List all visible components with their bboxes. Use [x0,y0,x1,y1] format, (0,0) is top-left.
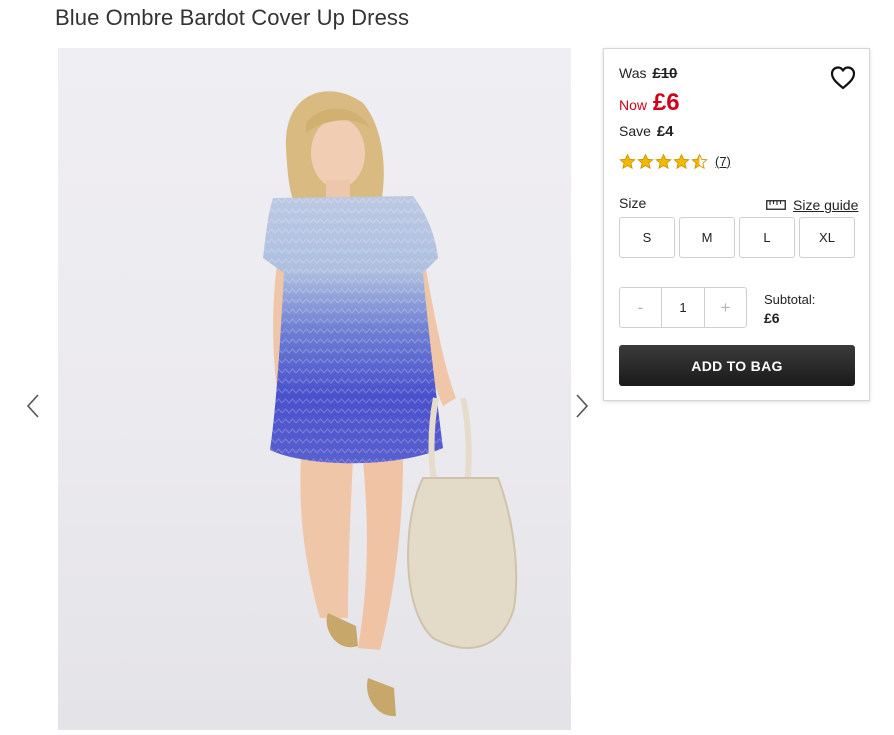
star-icon [619,153,636,169]
product-image [58,48,571,730]
add-to-bag-button[interactable]: ADD TO BAG [619,345,855,386]
was-label: Was [619,65,647,81]
save-amount: £4 [656,123,674,140]
ruler-icon [766,200,786,210]
size-guide-link[interactable]: Size guide [766,197,858,213]
star-icon [691,153,708,169]
heart-icon [830,66,856,90]
save-label: Save [619,123,651,139]
quantity-increase-button[interactable]: + [705,288,746,327]
product-title: Blue Ombre Bardot Cover Up Dress [55,5,410,30]
chevron-right-icon [576,394,589,418]
review-count-link[interactable]: (7) [715,154,731,169]
size-option-m[interactable]: M [679,217,735,258]
size-option-s[interactable]: S [619,217,675,258]
quantity-stepper: - 1 + [619,287,747,328]
quantity-value[interactable]: 1 [661,288,705,327]
chevron-left-icon [26,394,39,418]
size-option-xl[interactable]: XL [799,217,855,258]
was-price-row: Was £10 [619,65,677,82]
size-option-l[interactable]: L [739,217,795,258]
save-row: Save £4 [619,123,674,140]
now-label: Now [619,97,648,113]
now-price-row: Now £6 [619,89,680,117]
gallery-prev-button[interactable] [22,392,44,420]
size-guide-label: Size guide [793,197,859,213]
size-label: Size [619,195,647,211]
star-icon [673,153,690,169]
now-price: £6 [652,89,680,116]
star-rating-icons [619,153,709,170]
star-icon [655,153,672,169]
star-icon [637,153,654,169]
model-illustration [263,91,518,717]
subtotal: Subtotal: £6 [764,291,815,327]
wishlist-button[interactable] [829,65,857,91]
was-price: £10 [652,65,678,82]
quantity-decrease-button[interactable]: - [620,288,661,327]
subtotal-label: Subtotal: [764,292,816,307]
subtotal-value: £6 [764,310,780,326]
size-options: S M L XL [619,217,855,258]
rating-stars: (7) [619,152,731,170]
gallery-next-button[interactable] [571,392,593,420]
purchase-panel: Was £10 Now £6 Save £4 (7) Size Size gui… [603,48,870,401]
